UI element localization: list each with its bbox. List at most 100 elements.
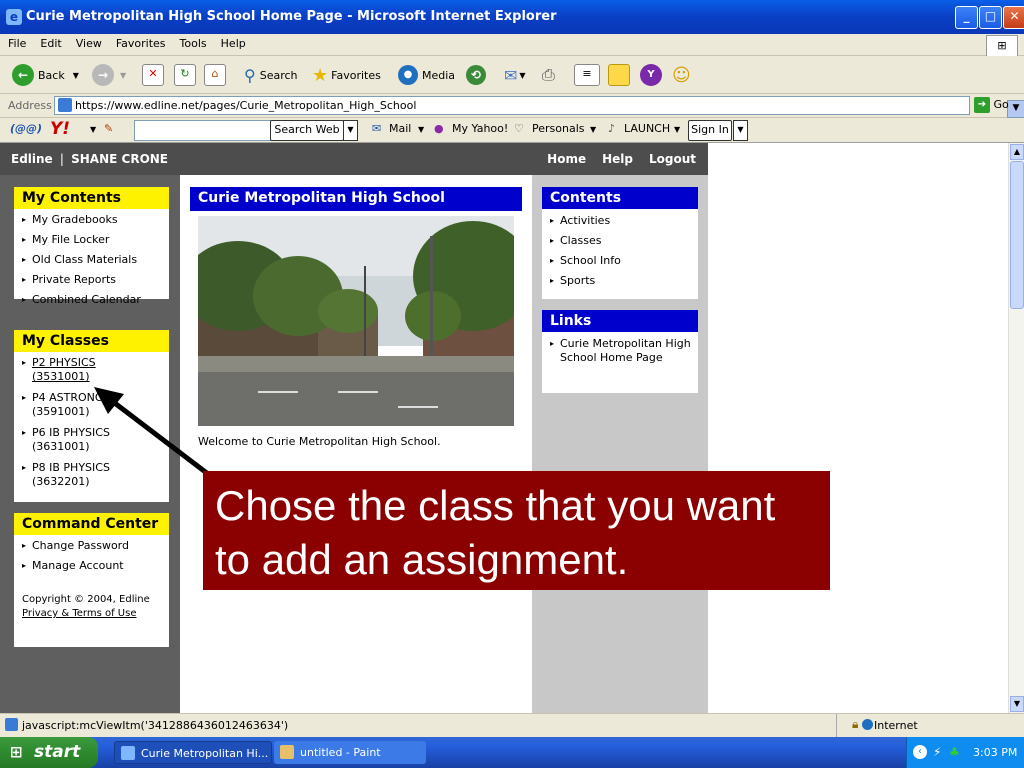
scroll-thumb[interactable] — [1010, 161, 1024, 309]
taskbar-paint-window[interactable]: untitled - Paint — [274, 741, 426, 764]
window-title-bar[interactable]: e Curie Metropolitan High School Home Pa… — [0, 0, 1024, 34]
ie-icon — [121, 746, 135, 760]
toolbar-logo-icon: (@@) — [10, 122, 43, 135]
launch-icon: ♪ — [608, 122, 616, 135]
chevron-down-icon[interactable]: ▼ — [418, 125, 424, 134]
paint-icon — [280, 745, 294, 759]
maximize-button[interactable]: □ — [979, 6, 1002, 29]
lock-icon: 🔒︎ — [852, 717, 859, 731]
yahoo-logo-icon[interactable]: Y! — [50, 119, 70, 139]
forward-arrow-icon: → — [92, 64, 114, 86]
forward-button[interactable]: → ▼ — [92, 62, 126, 88]
status-divider — [836, 714, 837, 737]
messenger-button[interactable]: Y — [640, 62, 662, 88]
refresh-button[interactable]: ↻ — [174, 62, 196, 88]
chevron-down-icon: ▼ — [72, 70, 79, 80]
launch-link[interactable]: LAUNCH — [624, 122, 670, 135]
page-icon — [58, 98, 72, 112]
yahoo-toolbar: (@@) Y! ▼ ✎ Search Web ▼ ✉ Mail ▼ ● My Y… — [0, 118, 1024, 143]
address-bar: Address https://www.edline.net/pages/Cur… — [0, 94, 1024, 118]
network-icon[interactable]: ⚡ — [933, 745, 941, 759]
history-button[interactable]: ⟲ — [466, 62, 486, 88]
close-button[interactable]: ✕ — [1003, 6, 1024, 29]
page-status-icon — [5, 718, 18, 731]
mail-icon: ✉ — [504, 65, 518, 85]
taskbar-paint-label: untitled - Paint — [300, 746, 381, 759]
print-button[interactable]: ⎙ — [542, 62, 555, 88]
media-globe-icon: ● — [398, 65, 418, 85]
go-arrow-icon: ➔ — [974, 97, 990, 113]
sign-in-button[interactable]: Sign In — [688, 120, 732, 141]
menu-favorites[interactable]: Favorites — [108, 34, 172, 50]
callout-line-1: Chose the class that you want — [215, 482, 776, 529]
chevron-down-icon[interactable]: ▼ — [590, 125, 596, 134]
system-tray: ‹ ⚡ ♣ 3:03 PM — [906, 737, 1024, 768]
security-zone: Internet — [874, 719, 918, 732]
smiley-button[interactable]: ☺ — [672, 62, 691, 88]
back-button[interactable]: ← Back ▼ — [12, 62, 79, 88]
favorites-button[interactable]: ★ Favorites — [312, 62, 381, 88]
home-icon: ⌂ — [204, 64, 226, 86]
scroll-down-button[interactable]: ▼ — [1010, 696, 1024, 712]
edit-button[interactable]: ≡ — [574, 62, 600, 88]
address-url: https://www.edline.net/pages/Curie_Metro… — [75, 99, 417, 112]
print-icon: ⎙ — [542, 65, 555, 84]
go-button[interactable]: ➔ Go — [974, 97, 1022, 115]
back-arrow-icon: ← — [12, 64, 34, 86]
media-button[interactable]: ● Media — [398, 62, 455, 88]
clock: 3:03 PM — [973, 746, 1018, 759]
tray-app-icon[interactable]: ♣ — [949, 745, 960, 759]
mail-button[interactable]: ✉ ▼ — [504, 62, 526, 88]
yahoo-messenger-icon: Y — [640, 64, 662, 86]
edit-page-icon: ≡ — [574, 64, 600, 86]
chevron-down-icon: ▼ — [120, 70, 127, 80]
search-label: Search — [259, 68, 298, 82]
scroll-up-button[interactable]: ▲ — [1010, 144, 1024, 160]
window-title: Curie Metropolitan High School Home Page… — [26, 9, 557, 24]
menu-help[interactable]: Help — [213, 34, 252, 50]
menu-edit[interactable]: Edit — [32, 34, 67, 50]
my-yahoo-icon: ● — [434, 122, 444, 135]
personals-link[interactable]: Personals — [532, 122, 585, 135]
back-label: Back — [38, 68, 65, 82]
mail-icon: ✉ — [372, 122, 382, 135]
favorites-label: Favorites — [331, 68, 381, 82]
smiley-icon: ☺ — [672, 64, 691, 86]
stop-icon: ✕ — [142, 64, 164, 86]
search-icon: ⚲ — [244, 65, 256, 85]
vertical-scrollbar[interactable]: ▲ ▼ — [1008, 143, 1024, 713]
pencil-icon[interactable]: ✎ — [104, 122, 113, 135]
yahoo-search-input[interactable] — [134, 120, 272, 141]
address-input[interactable]: https://www.edline.net/pages/Curie_Metro… — [54, 96, 1024, 118]
menu-view[interactable]: View — [68, 34, 108, 50]
windows-logo-icon: ⊞ — [986, 35, 1018, 57]
yahoo-mail-link[interactable]: Mail — [389, 122, 411, 135]
address-label: Address — [8, 99, 52, 112]
star-icon: ★ — [312, 64, 329, 86]
search-web-button[interactable]: Search Web — [270, 120, 344, 141]
ie-logo-icon: e — [6, 9, 22, 25]
stop-button[interactable]: ✕ — [142, 62, 164, 88]
home-button[interactable]: ⌂ — [204, 62, 226, 88]
my-yahoo-link[interactable]: My Yahoo! — [452, 122, 508, 135]
standard-toolbar: ← Back ▼ → ▼ ✕ ↻ ⌂ ⚲ Search ★ Favorites … — [0, 56, 1024, 94]
menu-bar: File Edit View Favorites Tools Help ⊞ — [0, 34, 1024, 57]
menu-tools[interactable]: Tools — [172, 34, 213, 50]
status-bar: javascript:mcViewItm('341288643601246363… — [0, 713, 1024, 737]
taskbar-ie-label: Curie Metropolitan Hi... — [141, 747, 269, 760]
menu-file[interactable]: File — [0, 34, 32, 50]
tray-expand-icon[interactable]: ‹ — [913, 745, 927, 759]
windows-taskbar: ⊞ start Curie Metropolitan Hi... untitle… — [0, 737, 1024, 768]
callout-line-2: to add an assignment. — [215, 536, 629, 583]
start-button[interactable]: ⊞ start — [0, 737, 98, 768]
taskbar-ie-window[interactable]: Curie Metropolitan Hi... — [114, 741, 272, 764]
discuss-button[interactable] — [608, 62, 630, 88]
chevron-down-icon[interactable]: ▼ — [674, 125, 680, 134]
search-web-dropdown[interactable]: ▼ — [343, 120, 358, 141]
status-text: javascript:mcViewItm('341288643601246363… — [22, 719, 289, 732]
chevron-down-icon[interactable]: ▼ — [90, 125, 96, 134]
sign-in-dropdown[interactable]: ▼ — [733, 120, 748, 141]
media-label: Media — [422, 68, 456, 82]
minimize-button[interactable]: _ — [955, 6, 978, 29]
search-button[interactable]: ⚲ Search — [244, 62, 298, 88]
